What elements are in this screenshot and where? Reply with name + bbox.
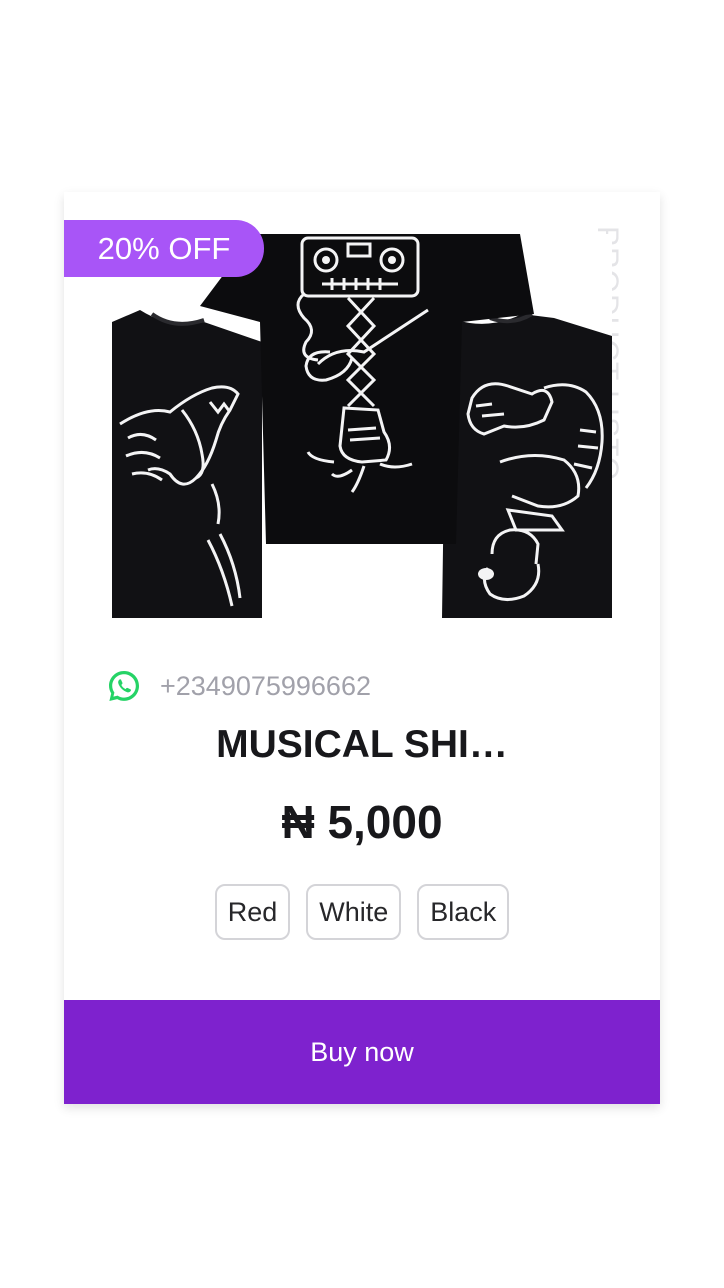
- whatsapp-icon[interactable]: [106, 668, 142, 704]
- variant-chip-white[interactable]: White: [306, 884, 402, 940]
- buy-now-button[interactable]: Buy now: [64, 1000, 660, 1104]
- contact-row[interactable]: +2349075996662: [106, 666, 371, 706]
- variant-chip-black[interactable]: Black: [417, 884, 510, 940]
- discount-badge: 20% OFF: [64, 220, 264, 277]
- color-variants: Red White Black: [64, 884, 660, 940]
- product-price: ₦ 5,000: [281, 796, 443, 848]
- product-title: MUSICAL SHI…: [216, 723, 508, 766]
- phone-number[interactable]: +2349075996662: [160, 671, 371, 702]
- variant-chip-red[interactable]: Red: [214, 884, 291, 940]
- right-shirt-graphic: [442, 312, 612, 618]
- product-image[interactable]: [112, 234, 612, 618]
- product-card: 20% OFF PRODUCT LISTO: [64, 192, 660, 1104]
- left-shirt-graphic: [112, 310, 262, 618]
